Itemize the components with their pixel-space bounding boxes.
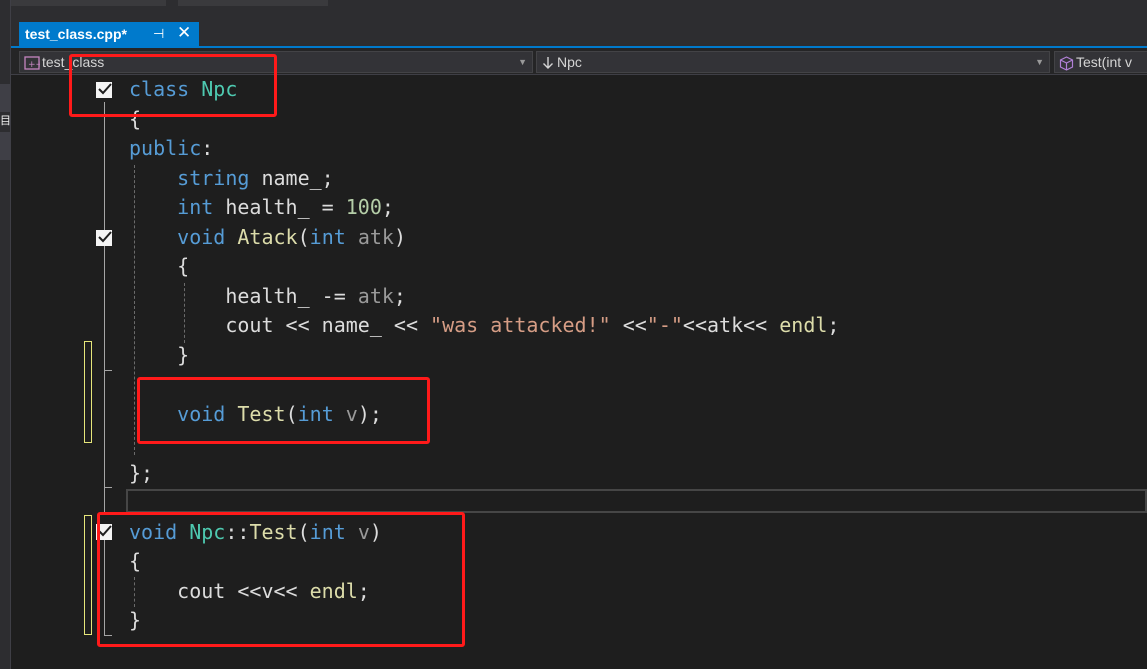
function-token: endl bbox=[779, 313, 828, 337]
document-tab-bar: test_class.cpp* ⊣ ✕ bbox=[11, 20, 1147, 46]
outline-line bbox=[104, 250, 105, 371]
top-toolbar-strip bbox=[11, 0, 1147, 20]
code-token: } bbox=[129, 342, 190, 367]
toolbar-remnant bbox=[11, 0, 166, 6]
current-line-highlight bbox=[126, 489, 1147, 513]
parameter-token: atk bbox=[357, 224, 394, 249]
method-cube-icon bbox=[1059, 56, 1074, 71]
code-token: : bbox=[201, 136, 214, 160]
string-token: "-" bbox=[646, 313, 683, 337]
code-token: ( bbox=[297, 224, 310, 249]
scope-dropdown[interactable]: Npc ▼ bbox=[536, 51, 1050, 73]
code-token: health_ = bbox=[213, 195, 346, 219]
code-line: { bbox=[129, 252, 189, 281]
code-line: string name_; bbox=[129, 164, 334, 193]
code-token: name_; bbox=[249, 165, 334, 190]
pin-icon[interactable]: ⊣ bbox=[153, 26, 164, 42]
code-line: int health_ = 100; bbox=[129, 193, 394, 222]
code-token: health_ -= bbox=[129, 283, 358, 308]
annotation-box-class bbox=[69, 54, 277, 117]
code-token: cout << name_ << bbox=[129, 313, 431, 337]
code-line: } bbox=[129, 341, 189, 370]
code-token: ) bbox=[393, 224, 406, 249]
chevron-down-icon: ▼ bbox=[518, 57, 527, 67]
code-token: ; bbox=[827, 313, 840, 337]
code-token: <<atk<< bbox=[682, 313, 780, 337]
number-token: 100 bbox=[345, 195, 382, 219]
scope-arrow-icon bbox=[543, 57, 553, 70]
code-token: { bbox=[129, 254, 190, 278]
member-dropdown[interactable]: Test(int v bbox=[1054, 51, 1147, 73]
code-line: public: bbox=[129, 134, 213, 163]
code-line: health_ -= atk; bbox=[129, 282, 406, 311]
string-token: "was attacked!" bbox=[430, 313, 611, 337]
project-icon: ++ bbox=[24, 56, 40, 70]
scope-name: Npc bbox=[557, 54, 582, 70]
keyword-token: string bbox=[177, 165, 250, 190]
tab-title: test_class.cpp* bbox=[25, 26, 127, 42]
close-icon[interactable]: ✕ bbox=[177, 23, 191, 43]
code-token: ; bbox=[381, 195, 394, 219]
outline-end bbox=[104, 487, 112, 488]
keyword-token: int bbox=[177, 195, 214, 219]
parameter-token: atk bbox=[357, 283, 394, 308]
change-marker bbox=[84, 341, 92, 443]
annotation-box-definition bbox=[97, 512, 465, 647]
chevron-down-icon: ▼ bbox=[1035, 57, 1044, 67]
svg-text:++: ++ bbox=[28, 60, 40, 70]
keyword-token: public bbox=[129, 136, 202, 160]
member-name: Test(int v bbox=[1076, 54, 1133, 70]
collapse-toggle[interactable] bbox=[96, 230, 112, 246]
toolbar-remnant bbox=[178, 0, 328, 6]
code-line: cout << name_ << "was attacked!" <<"-"<<… bbox=[129, 311, 839, 340]
code-token: << bbox=[610, 313, 647, 337]
function-token: Atack bbox=[237, 224, 298, 249]
change-marker bbox=[84, 515, 92, 635]
annotation-box-declaration bbox=[137, 377, 430, 444]
code-token: ; bbox=[393, 283, 406, 308]
outline-end bbox=[104, 370, 112, 371]
code-line: void Atack(int atk) bbox=[129, 223, 406, 252]
keyword-token: void bbox=[177, 224, 226, 249]
code-token: }; bbox=[129, 460, 154, 485]
tab-test-class-cpp[interactable]: test_class.cpp* ⊣ ✕ bbox=[19, 22, 199, 46]
code-line: }; bbox=[129, 459, 153, 488]
keyword-token: int bbox=[309, 224, 346, 249]
